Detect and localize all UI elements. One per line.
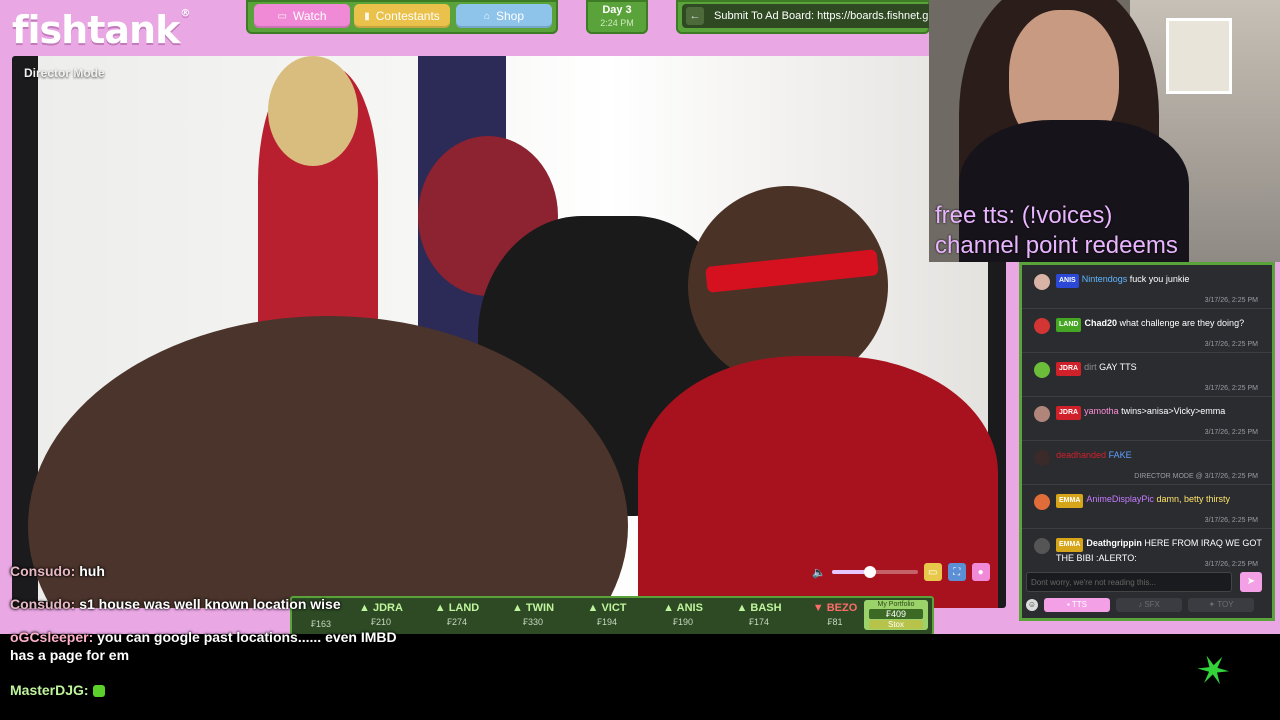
stream-chat-line: oGCsleeper: you can google past location… (10, 629, 397, 663)
window-shape (1166, 18, 1232, 94)
stream-chat-line: MasterDJG: (10, 681, 105, 699)
team-badge: EMMA (1056, 538, 1084, 552)
chat-message[interactable]: ANIS Nintendogs fuck you junkie 3/17/26, … (1022, 265, 1272, 309)
person-shape (268, 56, 358, 166)
tab-sfx[interactable]: ♪ SFX (1116, 598, 1182, 612)
watch-button[interactable]: ▭ Watch (254, 4, 350, 28)
stox-button[interactable]: Stox (869, 620, 923, 629)
fishtank-logo[interactable]: fishtank® (12, 8, 190, 52)
webcam-feed: free tts: (!voices) channel point redeem… (929, 0, 1280, 262)
team-badge: ANIS (1056, 274, 1079, 288)
ticker-item[interactable]: ▲ BASH ₣174 (728, 602, 790, 627)
avatar[interactable] (1034, 362, 1050, 378)
director-mode-label: Director Mode (24, 66, 105, 80)
nav-group: ▭ Watch ▮ Contestants ⌂ Shop (246, 0, 558, 34)
team-badge: JDRA (1056, 406, 1082, 420)
avatar[interactable] (1034, 318, 1050, 334)
emote-icon (92, 685, 105, 698)
chat-message[interactable]: LAND Chad20 what challenge are they doing… (1022, 309, 1272, 353)
chat-overlay-icon[interactable]: ▭ (923, 563, 942, 581)
avatar[interactable] (1034, 538, 1050, 554)
avatar[interactable] (1034, 274, 1050, 290)
volume-slider[interactable] (831, 566, 918, 578)
chat-message[interactable]: JDRA yamotha twins>anisa>Vicky>emma 3/17/… (1022, 397, 1272, 441)
avatar[interactable] (1034, 494, 1050, 510)
ticker-item[interactable]: ▲ ANIS ₣190 (652, 602, 714, 627)
video-player[interactable]: 🔈 ▭ ⛶ ● (12, 56, 1006, 608)
volume-icon[interactable]: 🔈 (812, 566, 826, 579)
shop-button[interactable]: ⌂ Shop (456, 4, 552, 28)
team-badge: EMMA (1056, 494, 1084, 508)
video-controls: 🔈 ▭ ⛶ ● (812, 562, 1006, 582)
chat-message[interactable]: EMMA Deathgrippin HERE FROM IRAQ WE GOT T… (1022, 529, 1272, 571)
stream-chat-line: Consudo: s1 house was well known locatio… (10, 596, 341, 612)
trend-up-icon: ▲ JDRA (359, 602, 403, 614)
time-label: 2:24 PM (600, 18, 634, 28)
arrow-left-icon[interactable]: ← (686, 7, 704, 25)
ad-board-text[interactable]: Submit To Ad Board: https://boards.fishn… (714, 10, 928, 22)
ticker-item[interactable]: ▲ TWIN ₣330 (502, 602, 564, 627)
chat-panel[interactable]: ANIS Nintendogs fuck you junkie 3/17/26, … (1019, 262, 1275, 571)
chat-message[interactable]: EMMA AnimeDisplayPic damn, betty thirsty … (1022, 485, 1272, 529)
ticker-item[interactable]: ▲ LAND ₣274 (426, 602, 488, 627)
cart-icon: ⌂ (483, 10, 490, 22)
chat-message[interactable]: JDRA dirt GAY TTS 3/17/26, 2:25 PM (1022, 353, 1272, 397)
day-label: Day 3 (602, 4, 632, 16)
chat-input[interactable]: Dont worry, we're not reading this... (1026, 572, 1232, 592)
tv-icon: ▭ (277, 10, 287, 22)
tab-toy[interactable]: ✦ TOY (1188, 598, 1254, 612)
avatar[interactable] (1034, 450, 1050, 466)
webcam-caption: free tts: (!voices) (935, 202, 1113, 229)
video-frame (28, 56, 998, 608)
team-badge: JDRA (1056, 362, 1082, 376)
webcam-caption: channel point redeems (935, 232, 1178, 259)
ticker-item[interactable]: ▼ BEZO ₣81 (804, 602, 866, 627)
team-badge: LAND (1056, 318, 1082, 332)
chat-message[interactable]: deadhanded FAKE DIRECTOR MODE @ 3/17/26,… (1022, 441, 1272, 485)
day-clock: Day 3 2:24 PM (586, 0, 648, 34)
message-icon: ▪ (1066, 600, 1070, 609)
emoji-icon[interactable]: ☺ (1026, 599, 1038, 611)
contestants-button[interactable]: ▮ Contestants (354, 4, 450, 28)
trend-down-icon: ▼ BEZO (812, 602, 858, 614)
ad-board-bar[interactable]: ← Submit To Ad Board: https://boards.fis… (676, 0, 930, 34)
stream-chat-line: Consudo: huh (10, 563, 105, 579)
avatar[interactable] (1034, 406, 1050, 422)
contestants-icon: ▮ (364, 10, 370, 22)
toy-icon: ✦ (1208, 600, 1216, 609)
chat-input-area: Dont worry, we're not reading this... ➤ … (1019, 568, 1275, 621)
ticker-item[interactable]: ▲ VICT ₣194 (576, 602, 638, 627)
bell-icon: ♪ (1138, 600, 1143, 609)
ticker-item[interactable]: ▲ JDRA ₣210 (350, 602, 412, 627)
record-icon[interactable]: ● (971, 563, 990, 581)
my-portfolio[interactable]: My Portfolio ₣409 Stox (864, 600, 928, 630)
fullscreen-icon[interactable]: ⛶ (947, 563, 966, 581)
tab-tts[interactable]: ▪ TTS (1044, 598, 1110, 612)
send-icon[interactable]: ➤ (1240, 572, 1262, 592)
